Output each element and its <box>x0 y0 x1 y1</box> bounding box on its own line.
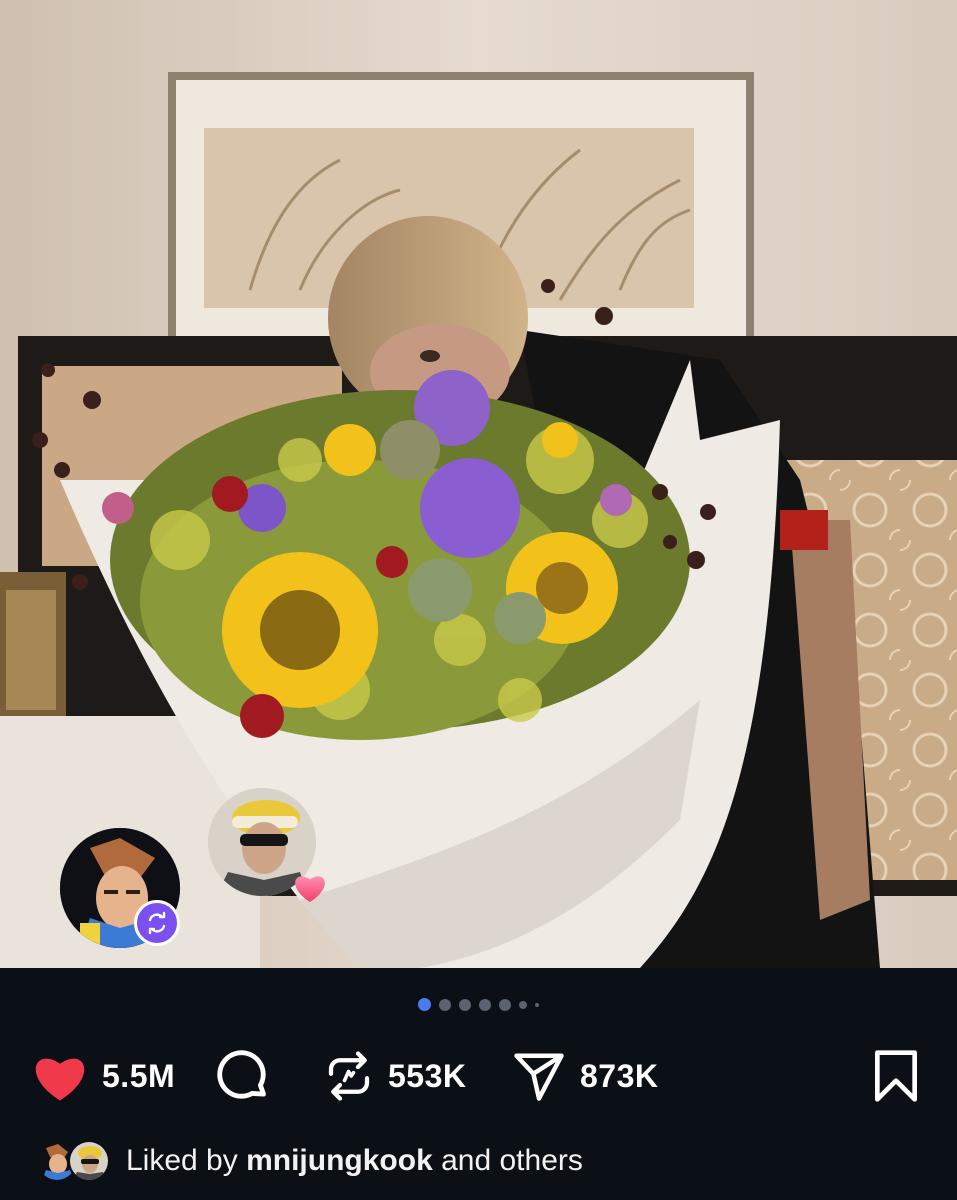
liked-by-prefix: Liked by <box>126 1144 238 1177</box>
liked-by-suffix: and others <box>441 1144 583 1177</box>
carousel-dot[interactable] <box>519 1000 527 1009</box>
post-photo-illustration <box>0 0 957 968</box>
like-count: 5.5M <box>102 1057 176 1094</box>
bookmark-button[interactable] <box>868 1046 924 1106</box>
repost-count: 553K <box>388 1057 467 1094</box>
comment-icon <box>217 1050 266 1099</box>
repost-badge <box>134 900 180 946</box>
bookmark-icon <box>875 1050 917 1102</box>
carousel-dot[interactable] <box>459 998 471 1011</box>
liked-by-row[interactable]: Liked by mnijungkook and others <box>36 1138 583 1184</box>
carousel-dot[interactable] <box>499 998 511 1011</box>
repost-button[interactable]: 553K <box>322 1046 467 1106</box>
carousel-dot[interactable] <box>535 1002 539 1007</box>
person-avatar-image <box>70 1142 108 1180</box>
share-icon <box>514 1053 564 1101</box>
carousel-dot[interactable] <box>479 998 491 1011</box>
post: 5.5M 553K 873K Liked by mnijungkook and … <box>0 0 957 1200</box>
actions-row: 5.5M 553K 873K <box>0 1046 957 1106</box>
post-image[interactable] <box>0 0 957 968</box>
carousel-dot-active[interactable] <box>418 998 431 1011</box>
liked-by-text: Liked by mnijungkook and others <box>126 1144 583 1178</box>
repost-icon <box>148 911 166 935</box>
like-button[interactable]: 5.5M <box>30 1046 175 1106</box>
liker-avatar <box>68 1140 110 1182</box>
carousel-indicator <box>0 998 957 1011</box>
comment-button[interactable] <box>214 1046 272 1106</box>
repost-icon <box>328 1051 370 1101</box>
heart-icon <box>35 1058 85 1101</box>
heart-reaction-badge <box>292 870 328 904</box>
carousel-dot[interactable] <box>439 998 451 1011</box>
share-button[interactable]: 873K <box>510 1046 659 1106</box>
pink-heart-icon <box>295 876 325 902</box>
liked-by-username[interactable]: mnijungkook <box>246 1144 433 1177</box>
post-action-bar: 5.5M 553K 873K Liked by mnijungkook and … <box>0 968 957 1200</box>
share-count: 873K <box>580 1057 659 1094</box>
